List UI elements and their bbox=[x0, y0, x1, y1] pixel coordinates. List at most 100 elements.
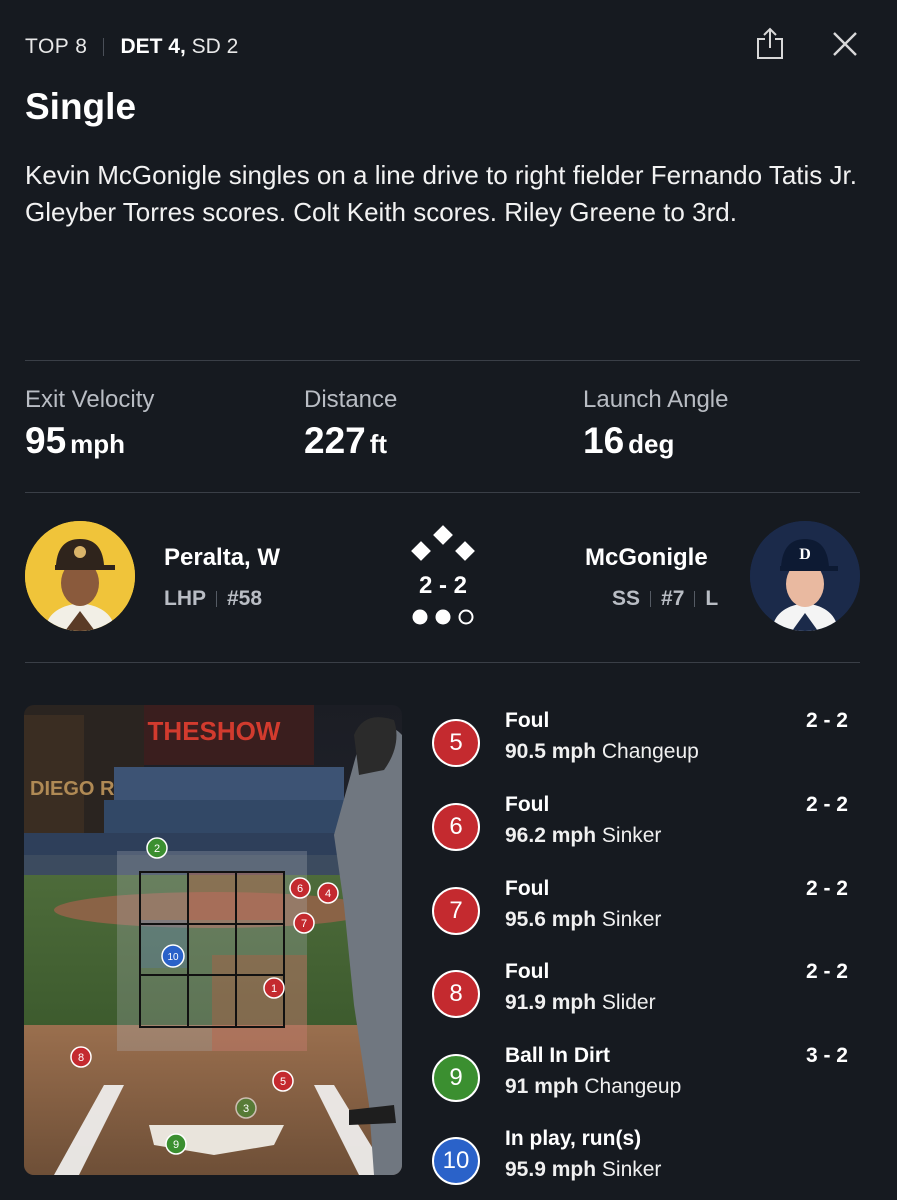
stat-label: Distance bbox=[304, 386, 398, 413]
pitch-result: Ball In Dirt bbox=[505, 1044, 611, 1067]
pitcher-avatar[interactable] bbox=[25, 521, 135, 631]
stat-number: 16 bbox=[583, 420, 625, 461]
pitch-detail: 96.2 mph Sinker bbox=[505, 824, 661, 848]
pitch-detail: 95.9 mph Sinker bbox=[505, 1158, 661, 1182]
pitch-detail: 91.9 mph Slider bbox=[505, 991, 656, 1015]
pitch-type: Sinker bbox=[601, 908, 662, 931]
pitch-number-badge: 9 bbox=[432, 1054, 480, 1102]
pitch-result: Foul bbox=[505, 960, 550, 983]
stat-label: Launch Angle bbox=[583, 386, 729, 413]
pitch-detail: 95.6 mph Sinker bbox=[505, 908, 661, 932]
out-dot bbox=[435, 609, 451, 625]
pitch-number-badge: 7 bbox=[432, 887, 480, 935]
stat-launch-angle: Launch Angle 16 deg bbox=[583, 386, 728, 462]
batter-meta: SS #7 L bbox=[612, 587, 718, 611]
meta-divider bbox=[650, 591, 652, 607]
pitch-detail: 91 mph Changeup bbox=[505, 1075, 681, 1099]
away-score: DET 4, bbox=[120, 35, 186, 58]
base-first bbox=[455, 541, 475, 561]
header-divider bbox=[103, 38, 105, 56]
stat-unit: ft bbox=[369, 429, 388, 459]
pitch-speed: 96.2 mph bbox=[505, 824, 597, 847]
stat-number: 95 bbox=[25, 420, 67, 461]
stat-exit-velocity: Exit Velocity 95 mph bbox=[25, 386, 154, 462]
pitcher-meta: LHP #58 bbox=[164, 587, 262, 611]
ball-strike-count: 2 - 2 bbox=[418, 572, 468, 599]
pitch-count: 2 - 2 bbox=[805, 960, 848, 983]
pitch-row[interactable]: 9 Ball In Dirt 91 mph Changeup 3 - 2 bbox=[432, 1040, 862, 1110]
stat-distance: Distance 227 ft bbox=[304, 386, 397, 462]
zone-marker-label: 8 bbox=[78, 1052, 84, 1064]
batter-headshot: D bbox=[750, 521, 860, 631]
pitch-count: 2 - 2 bbox=[805, 793, 848, 816]
meta-divider bbox=[694, 591, 696, 607]
stat-unit: deg bbox=[628, 429, 675, 459]
divider bbox=[25, 360, 860, 361]
pitch-number-badge: 10 bbox=[432, 1137, 480, 1185]
batter-name: McGonigle bbox=[585, 544, 708, 571]
pitch-result: Foul bbox=[505, 793, 550, 816]
divider bbox=[25, 662, 860, 663]
close-icon[interactable] bbox=[831, 30, 859, 58]
pitch-detail: 90.5 mph Changeup bbox=[505, 740, 699, 764]
stat-unit: mph bbox=[70, 429, 126, 459]
pitch-speed: 90.5 mph bbox=[505, 740, 597, 763]
pitch-type: Changeup bbox=[601, 740, 699, 763]
batter-avatar[interactable]: D bbox=[750, 521, 860, 631]
zone-marker-label: 7 bbox=[301, 918, 307, 930]
batter-position: SS bbox=[612, 587, 641, 610]
svg-text:D: D bbox=[799, 546, 811, 563]
pitch-count: 2 - 2 bbox=[805, 877, 848, 900]
pitch-video-frame[interactable]: THESHOW DIEGO RES 396 1 2 3 bbox=[24, 705, 402, 1175]
pitcher-position: LHP bbox=[164, 587, 206, 610]
zone-marker-label: 1 bbox=[271, 983, 277, 995]
zone-marker-label: 9 bbox=[173, 1139, 179, 1151]
pitch-result: Foul bbox=[505, 709, 550, 732]
pitch-type: Changeup bbox=[584, 1075, 682, 1098]
out-dot bbox=[458, 609, 474, 625]
pitch-type: Slider bbox=[601, 991, 656, 1014]
pitcher-number: #58 bbox=[227, 587, 263, 610]
meta-divider bbox=[216, 591, 217, 607]
bases-diamond bbox=[411, 525, 475, 561]
score-label: DET 4, SD 2 bbox=[120, 35, 238, 59]
video-banner-text: THESHOW bbox=[148, 716, 281, 746]
pitch-count: 2 - 2 bbox=[805, 709, 848, 732]
header-bar: TOP 8 DET 4, SD 2 bbox=[25, 27, 859, 64]
pitch-row[interactable]: 8 Foul 91.9 mph Slider 2 - 2 bbox=[432, 956, 862, 1026]
strike-zone-overlay: THESHOW DIEGO RES 396 1 2 3 bbox=[24, 705, 402, 1175]
stat-value: 16 deg bbox=[583, 420, 728, 462]
zone-marker-label: 6 bbox=[297, 883, 303, 895]
base-second bbox=[433, 525, 453, 545]
zone-marker-label: 3 bbox=[243, 1103, 249, 1115]
inning-label: TOP 8 bbox=[25, 35, 88, 58]
pitcher-name: Peralta, W bbox=[164, 544, 281, 571]
pitch-speed: 95.6 mph bbox=[505, 908, 597, 931]
base-third bbox=[411, 541, 431, 561]
pitch-row[interactable]: 10 In play, run(s) 95.9 mph Sinker bbox=[432, 1123, 862, 1193]
pitch-result: Foul bbox=[505, 877, 550, 900]
zone-marker-label: 2 bbox=[154, 843, 160, 855]
pitch-type: Sinker bbox=[601, 824, 662, 847]
play-title: Single bbox=[25, 86, 137, 127]
pitch-row[interactable]: 5 Foul 90.5 mph Changeup 2 - 2 bbox=[432, 705, 862, 775]
stat-value: 95 mph bbox=[25, 420, 154, 462]
out-dot bbox=[412, 609, 428, 625]
zone-marker-label: 10 bbox=[167, 952, 179, 963]
batter-bats: L bbox=[705, 587, 719, 610]
zone-marker-label: 5 bbox=[280, 1076, 286, 1088]
pitch-speed: 95.9 mph bbox=[505, 1158, 597, 1181]
pitch-row[interactable]: 7 Foul 95.6 mph Sinker 2 - 2 bbox=[432, 873, 862, 943]
pitch-count: 3 - 2 bbox=[805, 1044, 848, 1067]
pitch-number-badge: 6 bbox=[432, 803, 480, 851]
pitcher-headshot bbox=[25, 521, 135, 631]
pitch-result: In play, run(s) bbox=[505, 1127, 642, 1150]
stat-label: Exit Velocity bbox=[25, 386, 155, 413]
batter-number: #7 bbox=[661, 587, 685, 610]
pitch-row[interactable]: 6 Foul 96.2 mph Sinker 2 - 2 bbox=[432, 789, 862, 859]
pitch-speed: 91.9 mph bbox=[505, 991, 597, 1014]
share-icon[interactable] bbox=[755, 26, 785, 60]
pitch-type: Sinker bbox=[601, 1158, 662, 1181]
pitch-number-badge: 5 bbox=[432, 719, 480, 767]
pitch-speed: 91 mph bbox=[505, 1075, 579, 1098]
